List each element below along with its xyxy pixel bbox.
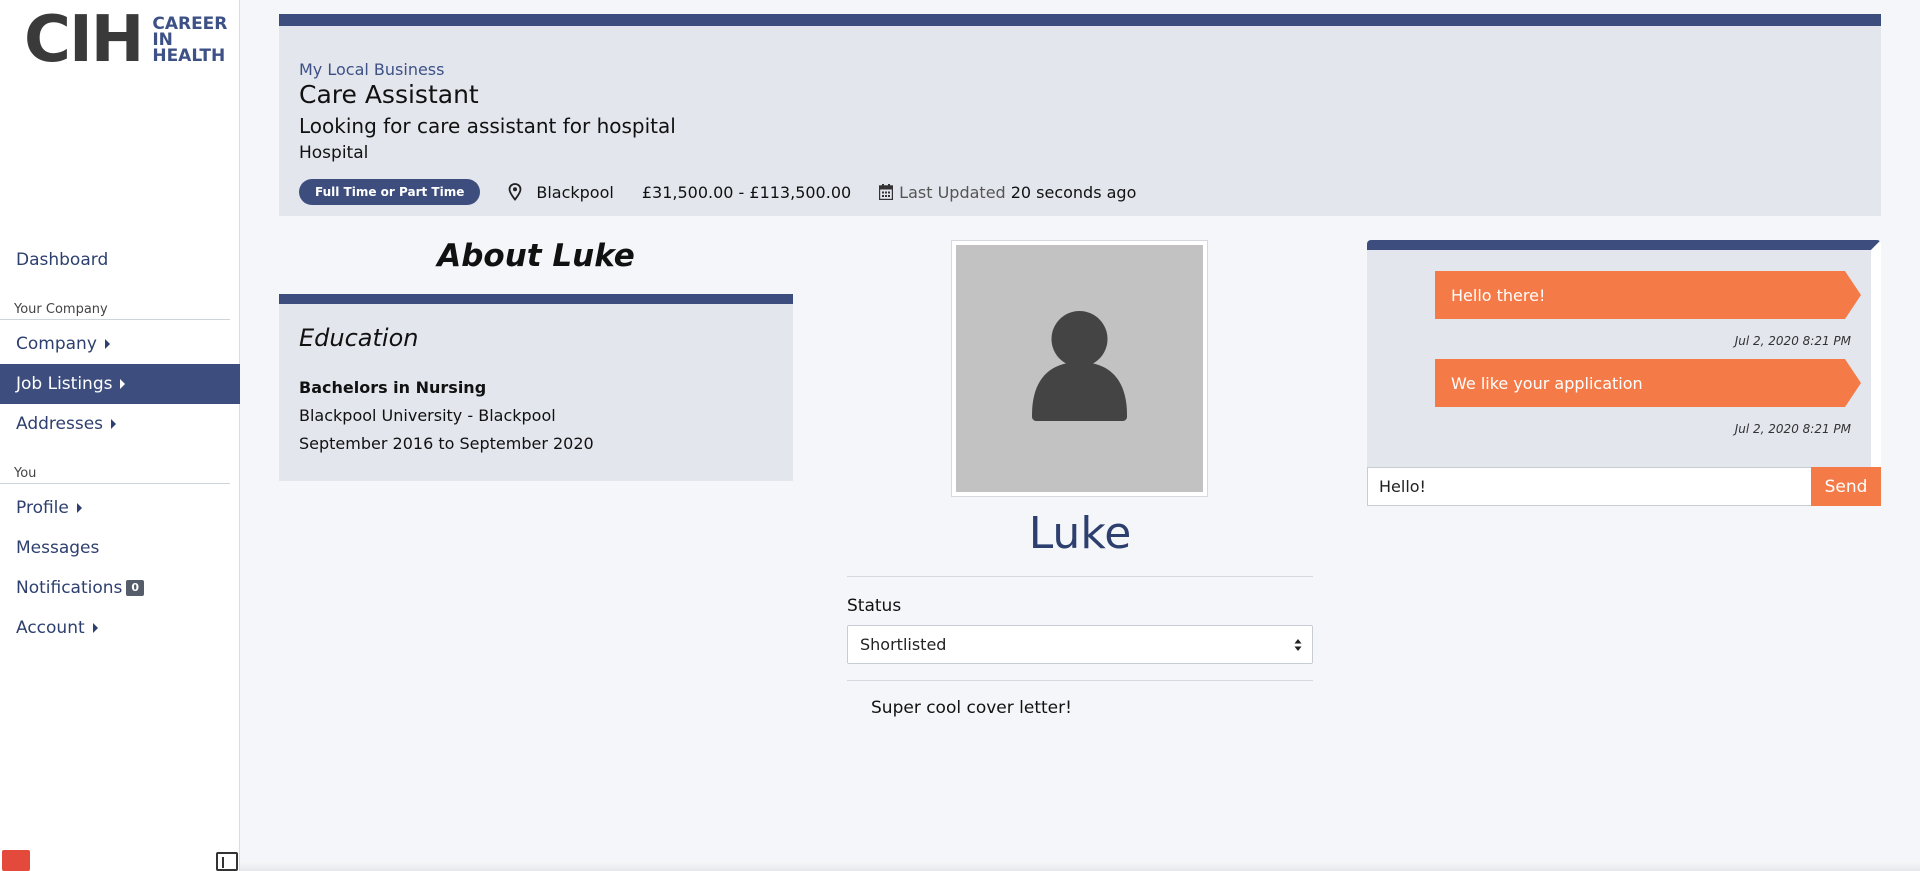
- send-button[interactable]: Send: [1811, 467, 1881, 506]
- collapse-sidebar-icon[interactable]: [216, 852, 238, 871]
- sidebar-section-you: You: [0, 444, 230, 484]
- sidebar-item-notifications[interactable]: Notifications 0: [0, 568, 240, 608]
- education-degree: Bachelors in Nursing: [299, 378, 487, 397]
- chat-panel: Hello there! Jul 2, 2020 8:21 PM We like…: [1367, 240, 1881, 505]
- user-icon: [1032, 311, 1127, 421]
- cover-letter-text: Super cool cover letter!: [871, 698, 1072, 718]
- chat-message-text: We like your application: [1451, 373, 1643, 393]
- job-summary-card: My Local Business Care Assistant Looking…: [279, 14, 1881, 216]
- caret-right-icon: [111, 419, 117, 429]
- sidebar-section-your-company: Your Company: [0, 280, 230, 320]
- job-salary: £31,500.00 - £113,500.00: [641, 182, 852, 202]
- caret-right-icon: [104, 339, 110, 349]
- sidebar-item-profile[interactable]: Profile: [0, 488, 240, 528]
- map-pin-icon: [508, 183, 522, 201]
- chat-message: We like your application: [1435, 359, 1861, 407]
- sidebar-item-label: Account: [16, 618, 85, 638]
- notifications-count-badge: 0: [126, 580, 145, 596]
- avatar: [951, 240, 1208, 497]
- logo-text-line: HEALTH: [152, 46, 226, 66]
- job-description: Looking for care assistant for hospital: [299, 114, 676, 138]
- divider: [847, 680, 1313, 681]
- status-label: Status: [847, 596, 902, 616]
- avatar-placeholder: [956, 245, 1203, 492]
- calendar-icon: [879, 184, 894, 200]
- sidebar-item-label: Job Listings: [16, 374, 113, 394]
- sidebar-item-account[interactable]: Account: [0, 608, 240, 648]
- app-launcher-icon[interactable]: [2, 850, 30, 871]
- sidebar-item-label: Notifications: [16, 578, 123, 598]
- sidebar-item-label: Addresses: [16, 414, 104, 434]
- caret-right-icon: [76, 503, 82, 513]
- sidebar-item-dashboard[interactable]: Dashboard: [0, 240, 240, 280]
- sidebar-item-label: Company: [16, 334, 97, 354]
- education-heading: Education: [299, 324, 419, 352]
- sidebar-item-addresses[interactable]: Addresses: [0, 404, 240, 444]
- job-location: Blackpool: [536, 182, 614, 202]
- sidebar-item-job-listings[interactable]: Job Listings: [0, 364, 240, 404]
- chat-message-input[interactable]: [1367, 467, 1811, 506]
- education-institution: Blackpool University - Blackpool: [299, 406, 556, 425]
- status-select-value: Shortlisted: [860, 635, 947, 654]
- sidebar: CIH CAREER IN HEALTH Dashboard Your Comp…: [0, 0, 240, 871]
- chat-message-text: Hello there!: [1451, 285, 1546, 305]
- select-arrows-icon: [1294, 639, 1302, 651]
- education-card: Education Bachelors in Nursing Blackpool…: [279, 294, 793, 481]
- brand-logo[interactable]: CIH CAREER IN HEALTH: [24, 3, 227, 77]
- job-title: Care Assistant: [299, 80, 479, 109]
- logo-mark: CIH: [24, 3, 144, 77]
- status-select[interactable]: Shortlisted: [847, 625, 1313, 664]
- chat-message-time: Jul 2, 2020 8:21 PM: [1734, 422, 1851, 436]
- sidebar-item-messages[interactable]: Messages: [0, 528, 240, 568]
- sidebar-item-company[interactable]: Company: [0, 324, 240, 364]
- bottom-shadow: [240, 862, 1920, 871]
- sidebar-item-label: Messages: [16, 538, 100, 558]
- chat-message-time: Jul 2, 2020 8:21 PM: [1734, 334, 1851, 348]
- logo-text: CAREER IN HEALTH: [152, 16, 227, 66]
- job-category: Hospital: [299, 143, 369, 163]
- sidebar-item-label: Dashboard: [16, 250, 109, 270]
- job-company-link[interactable]: My Local Business: [299, 60, 444, 79]
- divider: [847, 576, 1313, 577]
- last-updated-label: Last Updated: [899, 182, 1006, 202]
- education-dates: September 2016 to September 2020: [299, 434, 594, 453]
- last-updated-value: 20 seconds ago: [1010, 182, 1137, 202]
- about-title: About Luke: [437, 238, 635, 274]
- caret-right-icon: [92, 623, 98, 633]
- sidebar-item-label: Profile: [16, 498, 69, 518]
- employment-type-badge: Full Time or Part Time: [299, 179, 481, 205]
- job-meta-row: Full Time or Part Time Blackpool £31,500…: [299, 179, 1136, 205]
- chat-message: Hello there!: [1435, 271, 1861, 319]
- caret-right-icon: [120, 379, 126, 389]
- sidebar-nav: Dashboard Your Company Company Job Listi…: [0, 240, 240, 648]
- candidate-name: Luke: [1028, 508, 1132, 559]
